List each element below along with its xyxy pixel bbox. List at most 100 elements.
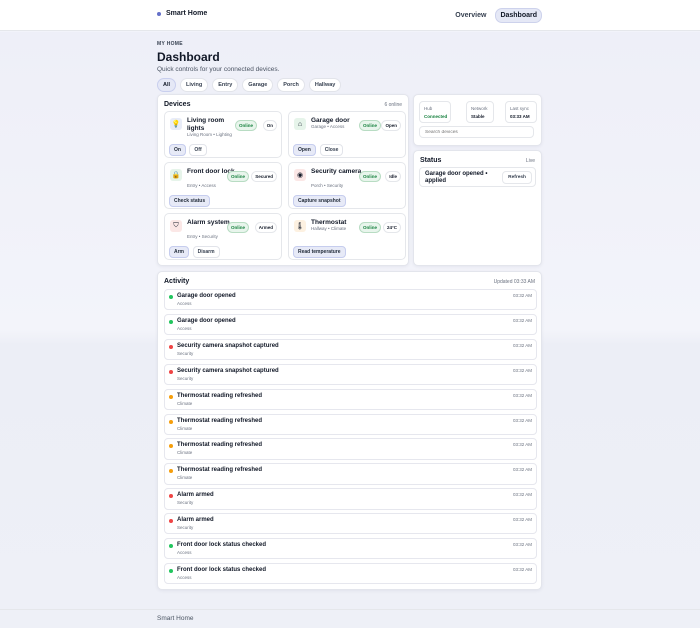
status-card: Status Live Garage door opened • applied… [413,150,542,266]
stat-value: Stable [471,114,485,119]
check-status-button[interactable]: Check status [169,195,211,207]
device-tile-front-door-lock: 🔒 Front door lock Entry • Access Online Secu… [164,162,282,209]
activity-time: 03:32 AM [512,293,532,298]
close-button[interactable]: Close [319,144,344,156]
status-dot-icon [169,394,173,399]
room-filters: All Living Entry Garage Porch Hallway [157,78,543,92]
status-dot-icon [169,369,173,374]
online-badge: Online [358,120,381,131]
activity-row: Alarm armed Security 03:32 AM [164,488,537,510]
device-tile-living-room-lights: 💡 Living room lights Living Room • Lightin… [164,111,282,158]
devices-title: Devices [164,101,191,108]
eye-icon: ◉ [294,169,306,181]
activity-card: Activity Updated 03:33 AM Garage door op… [157,271,542,590]
filter-chip-entry[interactable]: Entry [212,78,239,92]
page-title: Dashboard [157,50,220,64]
activity-title-text: Garage door opened [177,317,236,324]
hub-stat-last-sync: Last sync 03:33 AM [505,101,537,123]
stat-label: Hub [424,106,433,111]
status-dot-icon [169,494,173,499]
activity-category: Climate [177,400,193,406]
status-dot-icon [169,419,173,424]
activity-category: Access [177,574,192,580]
activity-title: Activity [164,278,190,285]
activity-category: Climate [177,475,193,481]
arm-button[interactable]: Arm [169,246,190,258]
activity-row: Garage door opened Access 03:32 AM [164,289,537,311]
filter-chip-all[interactable]: All [157,78,177,92]
activity-title-text: Front door lock status checked [177,566,267,573]
page-header: MY HOME Dashboard Quick controls for you… [157,41,543,92]
activity-time: 03:32 AM [512,492,532,498]
hub-stat-network: Network Stable [466,101,494,123]
activity-category: Access [177,325,192,331]
brand[interactable]: Smart Home [157,10,207,17]
activity-time: 03:32 AM [512,367,532,373]
footer: Smart Home [0,609,700,628]
status-dot-icon [169,469,173,474]
status-title: Status [420,157,442,164]
capture-snapshot-button[interactable]: Capture snapshot [293,195,346,207]
top-bar: Smart Home Overview Dashboard [0,0,700,31]
device-state-badge: Open [381,120,401,131]
activity-title-text: Thermostat reading refreshed [177,442,263,449]
online-badge: Online [226,222,249,233]
online-badge: Online [358,171,381,182]
nav-overview[interactable]: Overview [450,8,491,23]
filter-chip-garage[interactable]: Garage [242,78,274,92]
activity-row: Thermostat reading refreshed Climate 03:32… [164,388,537,410]
activity-row: Thermostat reading refreshed Climate 03:32… [164,438,537,460]
activity-time: 03:32 AM [512,342,532,348]
page-subtitle: Quick controls for your connected device… [157,66,280,73]
activity-row: Front door lock status checked Access 03:3… [164,538,537,560]
top-nav: Overview Dashboard [450,8,542,23]
stat-label: Network [471,106,488,111]
activity-title-text: Alarm armed [177,517,214,524]
nav-dashboard[interactable]: Dashboard [495,8,542,23]
filter-chip-porch[interactable]: Porch [277,78,305,92]
activity-time: 03:32 AM [512,317,532,323]
status-message: Garage door opened • applied [425,171,488,184]
filter-chip-hallway[interactable]: Hallway [308,78,342,92]
device-state-badge: Idle [385,171,401,182]
status-dot-icon [169,295,173,299]
device-subtitle: Entry • Access [187,183,216,188]
device-name: Security camera [311,168,362,175]
device-name: Living room lights [187,117,225,132]
activity-title-text: Thermostat reading refreshed [177,417,263,424]
off-button[interactable]: Off [189,144,207,156]
activity-time: 03:32 AM [512,392,532,398]
activity-title-text: Alarm armed [177,492,214,499]
open-button[interactable]: Open [293,144,316,156]
activity-row: Thermostat reading refreshed Climate 03:32… [164,463,537,485]
devices-card: Devices 6 online 💡 Living room lights Livi… [157,94,409,266]
search-devices-input[interactable] [419,126,534,138]
status-dot-icon [169,568,173,573]
device-tile-alarm-system: ⛉ Alarm system Entry • Security Online Armed… [164,213,282,260]
read-temperature-button[interactable]: Read temperature [293,246,346,258]
device-subtitle: Garage • Access [311,124,345,129]
on-button[interactable]: On [169,144,186,156]
activity-time: 03:32 AM [512,566,532,572]
activity-time: 03:32 AM [512,542,532,547]
activity-row: Security camera snapshot captured Securit… [164,338,537,361]
online-badge: Online [234,120,257,131]
footer-text: Smart Home [157,615,194,622]
activity-row: Security camera snapshot captured Securit… [164,363,537,386]
filter-chip-living[interactable]: Living [180,78,209,92]
device-subtitle: Entry • Security [187,234,218,239]
device-state-badge: 24°C [382,222,401,233]
refresh-button[interactable]: Refresh [502,171,532,184]
brand-name: Smart Home [166,10,208,17]
status-dot-icon [169,544,173,548]
activity-category: Security [177,500,194,506]
devices-online-count: 6 online [384,102,402,108]
device-tile-garage-door: ⌂ Garage door Garage • Access Online Open Ope… [288,111,406,158]
stat-value: Connected [424,114,448,119]
status-dot-icon [169,519,173,524]
activity-time: 03:32 AM [512,442,532,448]
device-subtitle: Living Room • Lighting [187,132,232,137]
activity-time: 03:32 AM [512,417,532,423]
disarm-button[interactable]: Disarm [192,246,220,258]
activity-category: Security [177,375,194,381]
